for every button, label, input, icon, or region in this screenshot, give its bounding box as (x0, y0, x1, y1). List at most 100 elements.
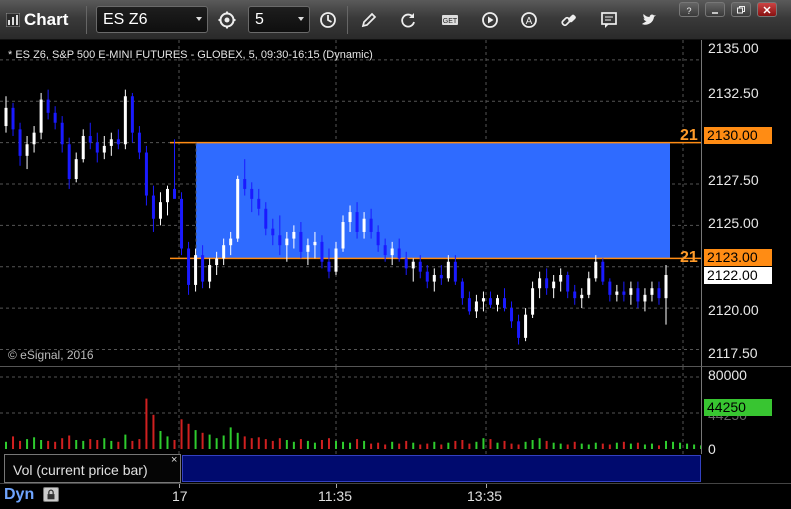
minimize-icon[interactable] (705, 2, 725, 17)
pencil-icon[interactable] (357, 8, 381, 32)
candle-body (229, 238, 233, 246)
volume-bar (257, 437, 260, 449)
volume-bar (454, 440, 457, 449)
candle-body (355, 212, 359, 232)
alert-icon[interactable]: A (517, 8, 541, 32)
volume-bar (89, 439, 92, 449)
volume-bar (180, 419, 183, 449)
link-icon[interactable] (557, 8, 581, 32)
volume-bar (608, 444, 611, 449)
interval-field[interactable]: 5 (248, 6, 310, 33)
volume-bar (229, 427, 232, 449)
volume-bar (299, 439, 302, 449)
volume-bar (679, 442, 682, 449)
candle-body (60, 122, 64, 145)
chevron-down-icon[interactable] (298, 17, 304, 21)
candle-body (390, 248, 394, 256)
volume-bar (166, 436, 169, 449)
volume-bar (320, 440, 323, 449)
price-chart-pane[interactable] (0, 40, 701, 366)
volume-bar (566, 444, 569, 449)
volume-bar (208, 434, 211, 449)
volume-bar (672, 441, 675, 449)
candle-body (88, 135, 92, 143)
candle-body (313, 241, 317, 246)
volume-bar (292, 441, 295, 449)
symbol-field[interactable]: ES Z6 (96, 6, 208, 33)
volume-bar (573, 441, 576, 449)
candle-body (418, 261, 422, 272)
volume-bar (40, 440, 43, 449)
upper-level-price-tag: 2130.00 (704, 127, 772, 144)
volume-bar (26, 439, 29, 449)
candle-body (348, 212, 352, 223)
volume-bar (68, 435, 71, 449)
volume-bar (327, 438, 330, 449)
volume-bar (629, 443, 632, 449)
time-axis[interactable] (0, 483, 791, 509)
candle-body (446, 261, 450, 279)
settings-gear-icon[interactable] (215, 8, 239, 32)
volume-bar (405, 440, 408, 449)
notes-icon[interactable] (597, 8, 621, 32)
volume-bar (264, 439, 267, 449)
volume-chart (0, 367, 701, 454)
get-icon[interactable]: GET (438, 8, 462, 32)
volume-bar (433, 441, 436, 449)
price-chart (0, 40, 701, 366)
twitter-icon[interactable] (637, 8, 661, 32)
candle-body (376, 231, 380, 246)
price-axis[interactable]: 2135.00 2132.50 2127.50 2125.00 2120.00 … (701, 40, 791, 366)
candle-body (46, 99, 50, 113)
study-legend[interactable]: Vol (current price bar) (4, 454, 181, 483)
volume-pane[interactable] (0, 366, 701, 454)
volume-bar (12, 436, 15, 449)
volume-bar (138, 439, 141, 449)
candle-body (503, 298, 507, 309)
help-icon[interactable]: ? (679, 2, 699, 17)
study-legend-area (182, 455, 701, 482)
volume-bar (187, 423, 190, 449)
candle-body (123, 96, 127, 145)
close-icon[interactable] (757, 2, 777, 17)
lock-icon[interactable] (43, 487, 59, 502)
volume-bar (159, 431, 162, 449)
candle-body (250, 188, 254, 199)
clock-icon[interactable] (316, 8, 340, 32)
candle-body (243, 179, 247, 189)
volume-bar (47, 440, 50, 449)
candle-body (411, 261, 415, 269)
volume-bar (201, 432, 204, 449)
candle-body (432, 274, 436, 282)
candle-body (467, 298, 471, 312)
candle-body (53, 112, 57, 123)
candle-body (460, 281, 464, 299)
candle-body (285, 238, 289, 246)
volume-tick-label: 0 (708, 441, 716, 457)
volume-bar (412, 442, 415, 449)
candle-body (158, 202, 162, 219)
volume-bar (475, 441, 478, 449)
play-icon[interactable] (478, 8, 502, 32)
volume-axis[interactable]: 80000 44250 0 44250 (701, 366, 791, 457)
candle-body (650, 288, 654, 295)
restore-icon[interactable] (731, 2, 751, 17)
chevron-down-icon[interactable] (196, 17, 202, 21)
candle-body (201, 255, 205, 282)
candle-body (474, 301, 478, 312)
lower-level-label: 21 (680, 249, 698, 266)
volume-bar (686, 443, 689, 449)
candle-body (510, 308, 514, 322)
refresh-icon[interactable] (396, 8, 420, 32)
time-tick-label: 11:35 (318, 488, 352, 504)
candle-body (383, 245, 387, 256)
candle-body (320, 241, 324, 262)
close-study-icon[interactable]: × (171, 454, 177, 466)
volume-bar (636, 442, 639, 449)
volume-bar (370, 443, 373, 449)
candle-body (453, 261, 457, 282)
volume-bar (194, 430, 197, 449)
dynamic-mode-button[interactable]: Dyn (4, 486, 34, 504)
candle-body (18, 129, 22, 156)
candle-body (664, 274, 668, 299)
